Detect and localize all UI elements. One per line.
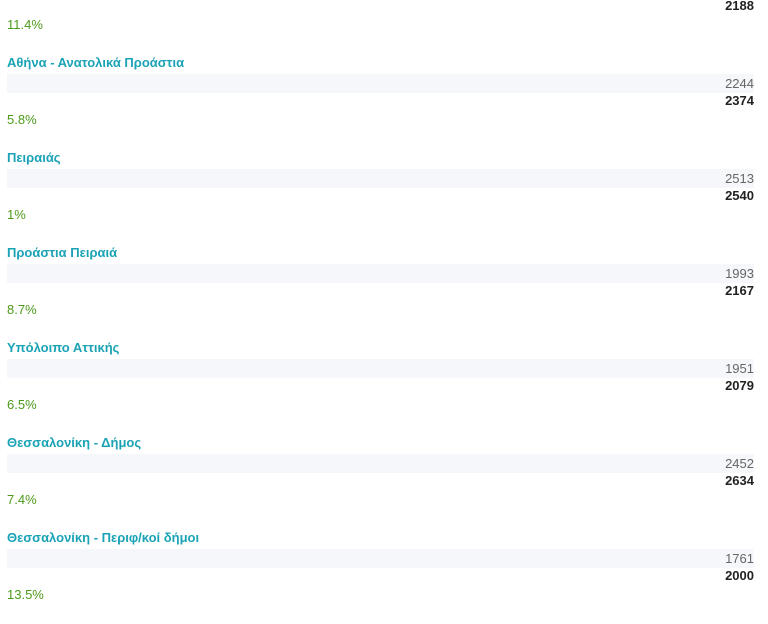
region-block: Πειραιάς 2513 2540 1% xyxy=(0,150,768,245)
old-value: 1993 xyxy=(725,266,754,281)
new-value: 2079 xyxy=(725,378,754,393)
old-value: 2452 xyxy=(725,456,754,471)
change-percent: 6.5% xyxy=(7,397,37,412)
new-value: 2188 xyxy=(725,0,754,13)
old-value: 2244 xyxy=(725,76,754,91)
new-value: 2374 xyxy=(725,93,754,108)
new-value: 2634 xyxy=(725,473,754,488)
region-title: Υπόλοιπο Αττικής xyxy=(7,340,120,355)
old-value-row: 1761 xyxy=(7,549,754,568)
region-title: Αθήνα - Ανατολικά Προάστια xyxy=(7,55,185,70)
change-percent: 13.5% xyxy=(7,587,44,602)
change-percent: 8.7% xyxy=(7,302,37,317)
region-title: Θεσσαλονίκη - Δήμος xyxy=(7,435,142,450)
old-value-row: 2513 xyxy=(7,169,754,188)
old-value-row: 1993 xyxy=(7,264,754,283)
old-value: 1951 xyxy=(725,361,754,376)
region-block: Θεσσαλονίκη - Δήμος 2452 2634 7.4% xyxy=(0,435,768,530)
old-value-row: 2452 xyxy=(7,454,754,473)
old-value: 2513 xyxy=(725,171,754,186)
change-percent: 7.4% xyxy=(7,492,37,507)
old-value: 1761 xyxy=(725,551,754,566)
price-list: 2188 11.4% Αθήνα - Ανατολικά Προάστια 22… xyxy=(0,0,768,624)
region-block: Θεσσαλονίκη - Περιφ/κοί δήμοι 1761 2000 … xyxy=(0,530,768,624)
region-title: Θεσσαλονίκη - Περιφ/κοί δήμοι xyxy=(7,530,200,545)
change-percent: 5.8% xyxy=(7,112,37,127)
change-percent: 1% xyxy=(7,207,26,222)
old-value-row: 1951 xyxy=(7,359,754,378)
region-block: Αθήνα - Ανατολικά Προάστια 2244 2374 5.8… xyxy=(0,55,768,150)
old-value-row: 2244 xyxy=(7,74,754,93)
new-value: 2000 xyxy=(725,568,754,583)
region-title: Πειραιάς xyxy=(7,150,61,165)
new-value: 2167 xyxy=(725,283,754,298)
region-block: Υπόλοιπο Αττικής 1951 2079 6.5% xyxy=(0,340,768,435)
new-value: 2540 xyxy=(725,188,754,203)
region-block: Προάστια Πειραιά 1993 2167 8.7% xyxy=(0,245,768,340)
change-percent: 11.4% xyxy=(7,17,43,32)
region-title: Προάστια Πειραιά xyxy=(7,245,118,260)
